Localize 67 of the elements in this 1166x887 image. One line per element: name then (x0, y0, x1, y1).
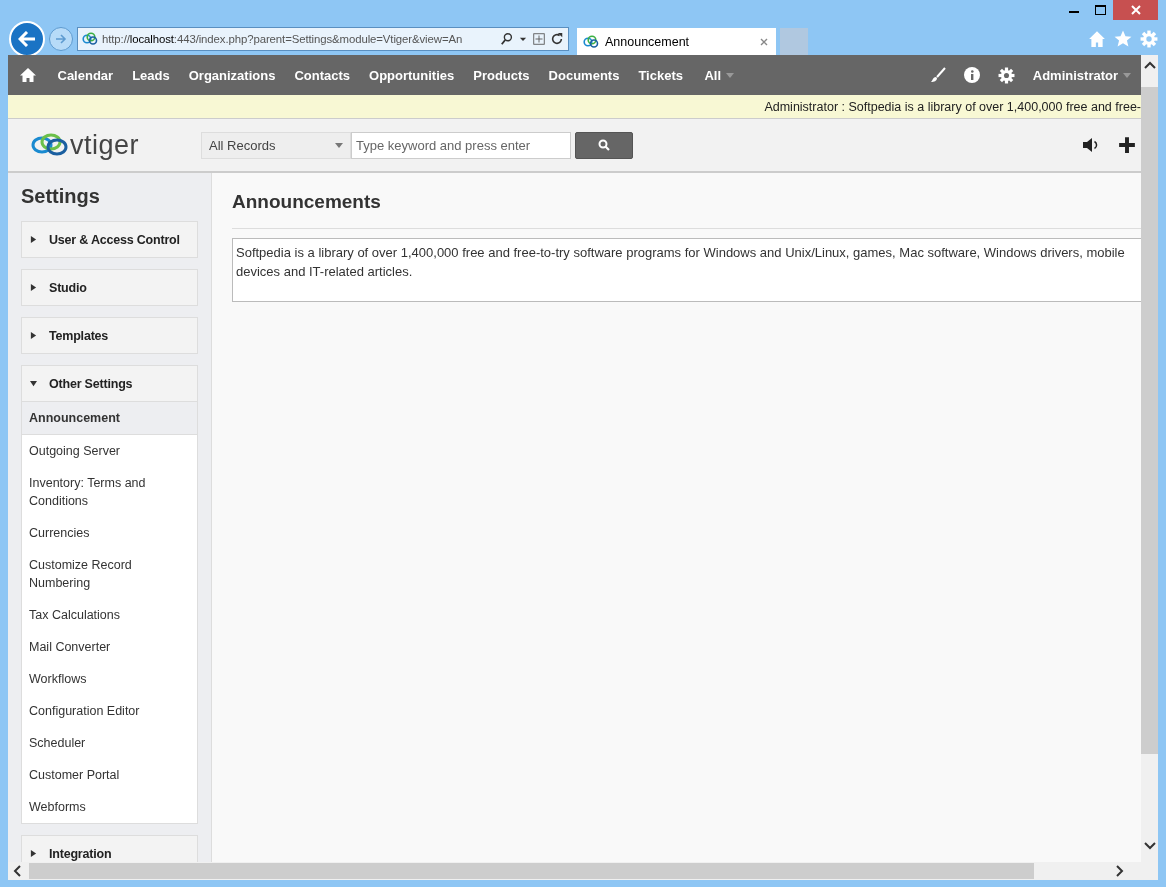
sidebar-item[interactable]: Outgoing Server (22, 435, 197, 467)
search-icon[interactable] (500, 31, 514, 46)
nav-menu-item[interactable]: Opportunities (359, 67, 464, 83)
back-button[interactable] (9, 20, 45, 57)
page-title: Announcements (232, 191, 1141, 229)
nav-menu-item[interactable]: Tickets (628, 67, 693, 83)
announcement-ticker: Administrator : Softpedia is a library of over 1,400,000 free and free- (764, 99, 1141, 114)
sidebar-item[interactable]: Scheduler (22, 727, 197, 759)
site-icon (583, 34, 599, 49)
plus-icon[interactable] (1118, 136, 1136, 154)
address-text: http://localhost:443/index.php?parent=Settings&module=Vtiger&view=An (102, 32, 464, 45)
sidebar-item[interactable]: Workflows (22, 663, 197, 695)
scrollbar-thumb[interactable] (29, 863, 1034, 879)
speaker-icon[interactable] (1080, 136, 1100, 154)
sidebar-item[interactable]: Inventory: Terms and Conditions (22, 467, 197, 517)
all-menu-dropdown[interactable]: All (704, 67, 735, 83)
search-field[interactable]: Type keyword and press enter (351, 131, 571, 159)
nav-menu-item[interactable]: Organizations (179, 67, 285, 83)
close-icon (1130, 5, 1141, 15)
caret-icon (726, 72, 735, 78)
home-icon[interactable] (20, 67, 36, 83)
user-menu-dropdown[interactable]: Administrator (1032, 67, 1131, 83)
star-icon[interactable] (1114, 29, 1132, 48)
nav-menu-item[interactable]: Documents (539, 67, 629, 83)
arrow-left-icon (18, 30, 36, 47)
logo-text: vtiger (70, 129, 140, 161)
info-icon[interactable] (963, 67, 980, 83)
sidebar-item[interactable]: Tax Calculations (22, 599, 197, 631)
caret-icon (1123, 72, 1131, 78)
scrollbar-thumb[interactable] (1141, 87, 1158, 754)
settings-icon[interactable] (997, 66, 1015, 84)
sidebar-item[interactable]: Webforms (22, 791, 197, 823)
search-button[interactable] (575, 131, 633, 159)
caret-icon (30, 850, 37, 857)
brush-icon[interactable] (929, 67, 946, 83)
sidebar-item[interactable]: Mail Converter (22, 631, 197, 663)
sidebar-group-header[interactable]: Studio (22, 270, 197, 305)
site-icon (82, 31, 98, 46)
sidebar-item[interactable]: Customize Record Numbering (22, 549, 197, 599)
maximize-icon (1094, 5, 1106, 15)
sidebar-item[interactable]: Customer Portal (22, 759, 197, 791)
nav-menu-item[interactable]: Leads (122, 67, 180, 83)
nav-menu-item[interactable]: Calendar (48, 67, 123, 83)
record-scope-dropdown[interactable]: All Records (201, 131, 351, 159)
sidebar-group-header[interactable]: Templates (22, 318, 197, 353)
caret-icon (30, 284, 37, 291)
sidebar-item[interactable]: Currencies (22, 517, 197, 549)
search-icon (598, 139, 610, 151)
browser-tab[interactable]: Announcement (577, 28, 776, 55)
close-button[interactable] (1113, 0, 1158, 20)
address-bar[interactable]: http://localhost:443/index.php?parent=Settings&module=Vtiger&view=An (77, 26, 569, 51)
sidebar-group-header[interactable]: Integration (22, 836, 197, 862)
refresh-icon[interactable] (550, 31, 564, 46)
caret-icon (30, 380, 37, 387)
sidebar-item[interactable]: Announcement (22, 401, 197, 435)
nav-menu-item[interactable]: Products (463, 67, 540, 83)
nav-menu-item[interactable]: Contacts (284, 67, 360, 83)
sidebar-group-header[interactable]: User & Access Control (22, 222, 197, 257)
sidebar-item[interactable]: Configuration Editor (22, 695, 197, 727)
announcement-text-area[interactable]: Softpedia is a library of over 1,400,000 free and free-to-try software programs for Windows and Unix/Linux, games, Mac software, Windows drivers, mobile devices and IT-related articles. (232, 238, 1141, 302)
scroll-right-icon[interactable] (1116, 865, 1124, 877)
sidebar-group-header[interactable]: Other Settings (22, 366, 197, 401)
caret-icon (335, 142, 343, 148)
caret-icon (30, 332, 37, 339)
arrow-right-icon (55, 32, 67, 45)
caret-icon (30, 236, 37, 243)
sidebar-title: Settings (21, 185, 101, 208)
